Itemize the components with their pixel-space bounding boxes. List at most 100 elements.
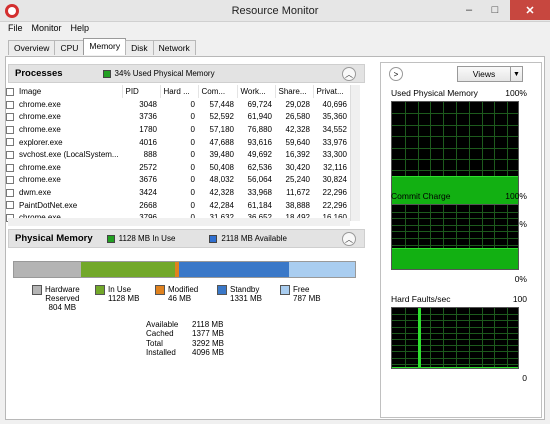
process-cell: 0 bbox=[190, 162, 195, 172]
row-checkbox[interactable] bbox=[6, 113, 14, 122]
menu-monitor[interactable]: Monitor bbox=[32, 23, 62, 37]
process-cell: 30,824 bbox=[322, 175, 347, 185]
legend-text: Modified bbox=[168, 285, 199, 294]
column-header-pid[interactable]: PID bbox=[122, 85, 161, 98]
maximize-button[interactable]: □ bbox=[482, 0, 508, 20]
table-row[interactable]: chrome.exe 3048 0 57,448 69,724 29,028 40,696 bbox=[3, 98, 350, 111]
views-dropdown[interactable]: Views ▼ bbox=[457, 66, 523, 82]
row-checkbox[interactable] bbox=[6, 176, 14, 185]
stat-value: 1377 MB bbox=[192, 329, 225, 339]
legend-swatch bbox=[95, 285, 105, 295]
process-cell: 888 bbox=[143, 150, 157, 160]
tab-network[interactable]: Network bbox=[152, 40, 196, 55]
row-checkbox[interactable] bbox=[6, 163, 14, 172]
menu-file[interactable]: File bbox=[8, 23, 23, 37]
column-header-hard-faults[interactable]: Hard ... bbox=[160, 85, 199, 98]
row-checkbox[interactable] bbox=[6, 201, 14, 210]
memory-legend-item: Free 787 MB bbox=[280, 285, 321, 303]
collapse-physical-memory-button[interactable]: ︿ bbox=[342, 232, 356, 246]
processes-header[interactable]: Processes 34% Used Physical Memory ︿ bbox=[8, 64, 365, 83]
process-cell: 57,448 bbox=[209, 99, 234, 109]
legend-text: 787 MB bbox=[293, 294, 321, 303]
tab-disk[interactable]: Disk bbox=[125, 40, 154, 55]
tab-cpu[interactable]: CPU bbox=[54, 40, 85, 55]
process-cell: 35,360 bbox=[322, 112, 347, 122]
row-checkbox[interactable] bbox=[6, 100, 14, 109]
process-cell: 0 bbox=[190, 137, 195, 147]
process-cell: 34,552 bbox=[322, 124, 347, 134]
legend-text: 804 MB bbox=[48, 303, 77, 312]
process-cell: 32,116 bbox=[323, 162, 347, 172]
graph-max-label: 100 bbox=[512, 294, 527, 304]
dropdown-arrow-icon[interactable]: ▼ bbox=[510, 67, 522, 81]
memory-stats: Available 2118 MB Cached 1377 MB Total 3292 M… bbox=[146, 320, 232, 358]
stat-label: Installed bbox=[146, 348, 176, 358]
tab-overview[interactable]: Overview bbox=[8, 40, 56, 55]
table-row[interactable]: dwm.exe 3424 0 42,328 33,968 11,672 22,296 bbox=[3, 186, 350, 199]
available-legend-icon bbox=[209, 234, 218, 243]
table-row[interactable]: chrome.exe 1780 0 57,180 76,880 42,328 34,552 bbox=[3, 123, 350, 136]
memory-bar-segment bbox=[14, 262, 81, 277]
menu-help[interactable]: Help bbox=[71, 23, 90, 37]
collapse-processes-button[interactable]: ︿ bbox=[342, 67, 356, 81]
process-cell: 61,940 bbox=[247, 112, 272, 122]
table-row[interactable]: chrome.exe 3736 0 52,592 61,940 26,580 35,360 bbox=[3, 111, 350, 124]
row-checkbox[interactable] bbox=[6, 188, 14, 197]
stat-value: 2118 MB bbox=[192, 320, 224, 329]
table-row[interactable]: chrome.exe 2572 0 50,408 62,536 30,420 32,116 bbox=[3, 161, 350, 174]
process-cell: 26,580 bbox=[285, 112, 310, 122]
graph-spike bbox=[418, 308, 421, 368]
process-cell: 42,328 bbox=[285, 124, 310, 134]
processes-vertical-scrollbar[interactable] bbox=[350, 85, 360, 221]
memory-legend-item: Modified 46 MB bbox=[155, 285, 198, 303]
select-all-checkbox[interactable] bbox=[6, 87, 14, 96]
process-cell: 4016 bbox=[139, 137, 157, 147]
physical-memory-header[interactable]: Physical Memory 1128 MB In Use 2118 MB A… bbox=[8, 229, 365, 248]
table-header-row: Image PID Hard ... Com... Work... Share.… bbox=[3, 85, 351, 98]
process-image: chrome.exe bbox=[19, 99, 61, 109]
process-cell: 0 bbox=[190, 150, 195, 160]
process-cell: 39,480 bbox=[209, 150, 234, 160]
process-cell: 3424 bbox=[139, 187, 157, 197]
process-cell: 3736 bbox=[139, 112, 157, 122]
row-checkbox[interactable] bbox=[6, 151, 14, 160]
in-use-legend-icon bbox=[106, 234, 115, 243]
column-header-shareable[interactable]: Share... bbox=[275, 85, 314, 98]
used-memory-legend-icon bbox=[102, 69, 111, 78]
process-cell: 93,616 bbox=[247, 137, 272, 147]
column-header-image[interactable]: Image bbox=[3, 85, 123, 98]
graph-fill bbox=[392, 366, 518, 368]
process-cell: 22,296 bbox=[322, 187, 347, 197]
table-row[interactable]: explorer.exe 4016 0 47,688 93,616 59,640 33,97… bbox=[3, 136, 350, 149]
process-cell: 3676 bbox=[139, 175, 157, 185]
processes-horizontal-scrollbar[interactable] bbox=[8, 218, 350, 226]
process-image: PaintDotNet.exe bbox=[19, 200, 78, 210]
process-cell: 2572 bbox=[139, 162, 157, 172]
process-cell: 52,592 bbox=[209, 112, 234, 122]
tab-memory[interactable]: Memory bbox=[83, 38, 127, 55]
graph-max-label: 100% bbox=[505, 88, 527, 98]
table-row[interactable]: PaintDotNet.exe 2668 0 42,284 61,184 38,888 22… bbox=[3, 199, 350, 212]
process-cell: 25,240 bbox=[285, 175, 310, 185]
process-image: explorer.exe bbox=[19, 137, 63, 147]
process-cell: 48,032 bbox=[209, 175, 234, 185]
column-header-commit[interactable]: Com... bbox=[198, 85, 238, 98]
close-button[interactable]: ✕ bbox=[510, 0, 550, 20]
column-header-working-set[interactable]: Work... bbox=[237, 85, 276, 98]
chevron-right-icon[interactable]: > bbox=[389, 67, 403, 81]
minimize-button[interactable]: – bbox=[456, 0, 482, 20]
column-header-private[interactable]: Privat... bbox=[313, 85, 351, 98]
table-row[interactable]: chrome.exe 3676 0 48,032 56,064 25,240 30,824 bbox=[3, 174, 350, 187]
graph-title: Hard Faults/sec bbox=[391, 294, 451, 304]
row-checkbox[interactable] bbox=[6, 138, 14, 147]
process-cell: 42,284 bbox=[209, 200, 234, 210]
process-cell: 33,976 bbox=[322, 137, 347, 147]
legend-text: Standby bbox=[230, 285, 260, 294]
legend-swatch bbox=[155, 285, 165, 295]
table-row[interactable]: svchost.exe (LocalSystem... 888 0 39,480 49,… bbox=[3, 148, 350, 161]
process-cell: 0 bbox=[190, 175, 195, 185]
process-cell: 29,028 bbox=[285, 99, 310, 109]
row-checkbox[interactable] bbox=[6, 125, 14, 134]
memory-bar-segment bbox=[178, 262, 290, 277]
physical-memory-title: Physical Memory bbox=[15, 233, 93, 244]
